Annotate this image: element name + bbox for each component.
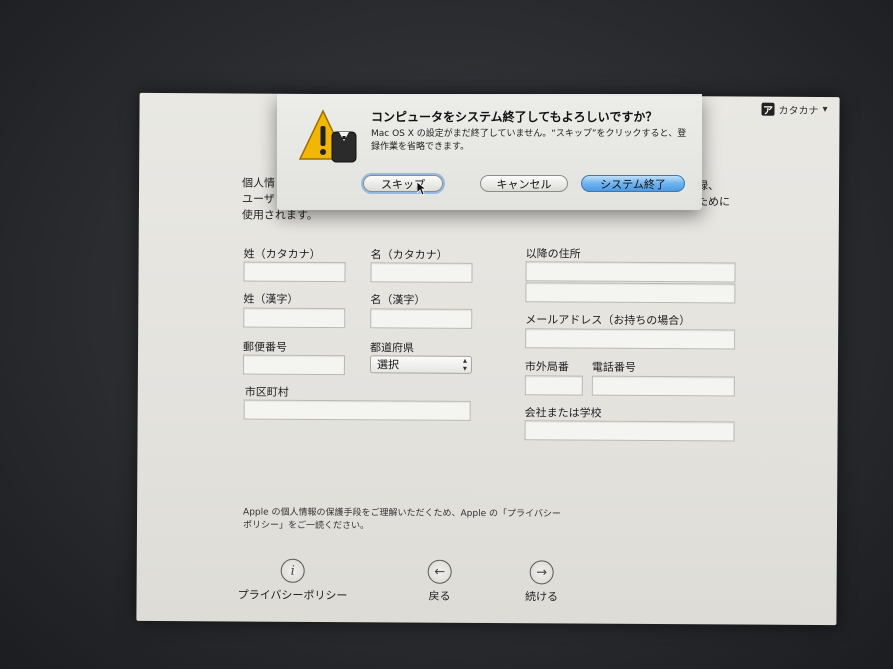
company-field[interactable] (524, 420, 735, 442)
katakana-input-icon: ア (761, 102, 775, 117)
cancel-button[interactable]: キャンセル (480, 175, 568, 192)
up-down-arrows-icon: ▴ ▾ (462, 355, 468, 373)
prefecture-select[interactable]: 選択 ▴ ▾ (369, 355, 473, 374)
dialog-title: コンピュータをシステム終了してもよろしいですか？ (371, 110, 658, 124)
email-field[interactable] (525, 328, 736, 350)
privacy-policy-button[interactable]: i プライバシーポリシー (233, 558, 353, 603)
shutdown-confirm-dialog: コンピュータをシステム終了してもよろしいですか？ Mac OS X の設定がまだ… (277, 94, 702, 210)
skip-button[interactable]: スキップ (363, 175, 443, 192)
area-code-label: 市外局番 (524, 360, 569, 374)
input-method-label: カタカナ (778, 105, 819, 118)
city-label: 市区町村 (244, 385, 289, 399)
last-name-kana-field[interactable] (243, 261, 346, 283)
first-name-kana-label: 名（カタカナ） (370, 248, 448, 262)
last-name-kanji-label: 姓（漢字） (243, 292, 299, 306)
city-field[interactable] (243, 399, 471, 421)
chevron-down-icon: ▾ (822, 104, 828, 116)
company-label: 会社または学校 (524, 406, 602, 420)
privacy-policy-label: プライバシーポリシー (237, 588, 348, 603)
last-name-kana-label: 姓（カタカナ） (243, 247, 321, 261)
back-label: 戻る (428, 589, 451, 603)
address-line1-field[interactable] (525, 261, 736, 283)
continue-label: 続ける (525, 590, 559, 604)
info-icon: i (280, 558, 305, 583)
address-label: 以降の住所 (525, 247, 581, 261)
mouse-pointer-icon (417, 182, 427, 196)
last-name-kanji-field[interactable] (243, 307, 346, 329)
postal-code-field[interactable] (242, 354, 346, 376)
email-label: メールアドレス（お持ちの場合） (525, 313, 691, 328)
phone-label: 電話番号 (591, 360, 636, 374)
privacy-note: Apple の個人情報の保護手段をご理解いただくため、Apple の「プライバシ… (242, 507, 561, 532)
first-name-kana-field[interactable] (370, 262, 473, 283)
postal-code-label: 郵便番号 (243, 340, 288, 354)
arrow-right-icon: → (529, 560, 554, 585)
first-name-kanji-field[interactable] (370, 308, 473, 329)
dialog-message: Mac OS X の設定がまだ終了していません。“スキップ”をクリックすると、登… (371, 129, 687, 152)
input-method-menu[interactable]: ア カタカナ ▾ (761, 102, 828, 118)
warning-icon (299, 109, 357, 163)
shutdown-button[interactable]: システム終了 (581, 175, 685, 192)
first-name-kanji-label: 名（漢字） (370, 293, 426, 307)
prefecture-value: 選択 (376, 358, 400, 372)
back-button[interactable]: ← 戻る (415, 559, 465, 604)
address-line2-field[interactable] (525, 282, 736, 304)
intro-text-right: 録、 ために (696, 179, 731, 209)
area-code-field[interactable] (524, 375, 583, 396)
continue-button[interactable]: → 続ける (517, 560, 567, 604)
phone-field[interactable] (591, 375, 735, 397)
prefecture-label: 都道府県 (370, 341, 415, 355)
arrow-left-icon: ← (427, 559, 452, 584)
